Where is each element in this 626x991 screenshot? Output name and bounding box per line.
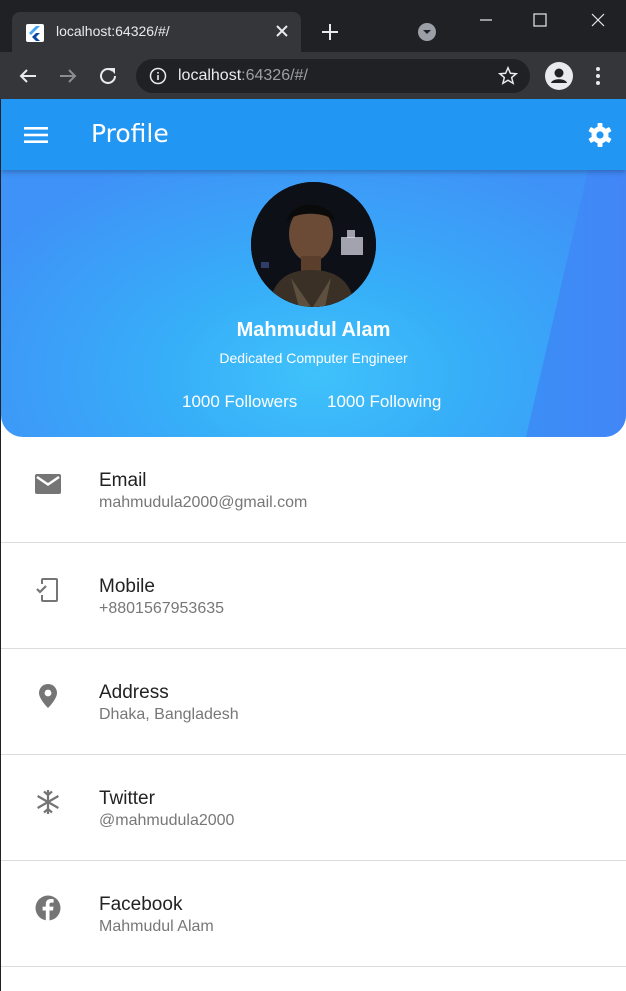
facebook-icon bbox=[35, 895, 61, 921]
profile-header: Mahmudul Alam Dedicated Computer Enginee… bbox=[1, 170, 626, 437]
followers-count[interactable]: 1000 Followers bbox=[182, 392, 297, 412]
following-count[interactable]: 1000 Following bbox=[327, 392, 441, 412]
contact-title: Address bbox=[99, 682, 169, 703]
back-arrow-icon[interactable] bbox=[16, 64, 40, 88]
account-avatar-icon[interactable] bbox=[545, 62, 573, 90]
hamburger-menu-icon[interactable] bbox=[23, 122, 49, 148]
address-bar[interactable]: localhost:64326/#/ bbox=[136, 59, 530, 93]
contact-row-twitter[interactable]: Twitter @mahmudula2000 bbox=[1, 755, 626, 861]
settings-gear-icon[interactable] bbox=[586, 121, 614, 149]
contact-row-email[interactable]: Email mahmudula2000@gmail.com bbox=[1, 437, 626, 543]
url-text: localhost:64326/#/ bbox=[178, 67, 308, 84]
bookmark-star-icon[interactable] bbox=[497, 65, 519, 87]
close-tab-icon[interactable] bbox=[271, 20, 293, 42]
email-icon bbox=[35, 474, 61, 494]
mobile-icon bbox=[36, 578, 58, 602]
contact-value: +8801567953635 bbox=[99, 600, 225, 617]
flutter-favicon-icon bbox=[26, 24, 44, 42]
window-close-icon[interactable] bbox=[584, 6, 612, 34]
contact-list: Email mahmudula2000@gmail.com Mobile +88… bbox=[1, 437, 626, 967]
contact-value: mahmudula2000@gmail.com bbox=[99, 494, 308, 511]
app-bar: Profile bbox=[1, 99, 626, 170]
app-viewport: Profile Mahmudul Alam Dedicated Computer… bbox=[1, 99, 626, 991]
minimize-icon[interactable] bbox=[472, 6, 500, 34]
contact-title: Mobile bbox=[99, 576, 155, 597]
tab-search-icon[interactable] bbox=[417, 22, 437, 42]
browser-toolbar: localhost:64326/#/ bbox=[0, 52, 626, 99]
contact-value: @mahmudula2000 bbox=[99, 812, 235, 829]
new-tab-icon[interactable] bbox=[318, 20, 342, 44]
browser-titlebar: localhost:64326/#/ bbox=[0, 0, 626, 52]
contact-title: Facebook bbox=[99, 894, 183, 915]
browser-menu-icon[interactable] bbox=[588, 64, 608, 88]
contact-value: Dhaka, Bangladesh bbox=[99, 706, 239, 723]
browser-tab[interactable]: localhost:64326/#/ bbox=[12, 12, 301, 52]
profile-avatar bbox=[251, 182, 376, 307]
contact-title: Email bbox=[99, 470, 147, 491]
contact-row-address[interactable]: Address Dhaka, Bangladesh bbox=[1, 649, 626, 755]
contact-row-mobile[interactable]: Mobile +8801567953635 bbox=[1, 543, 626, 649]
reload-icon[interactable] bbox=[96, 64, 120, 88]
header-decoration bbox=[526, 170, 626, 437]
contact-row-facebook[interactable]: Facebook Mahmudul Alam bbox=[1, 861, 626, 967]
tab-title: localhost:64326/#/ bbox=[56, 23, 170, 39]
profile-tagline: Dedicated Computer Engineer bbox=[219, 350, 408, 366]
location-icon bbox=[39, 684, 57, 708]
contact-title: Twitter bbox=[99, 788, 155, 809]
page-title: Profile bbox=[91, 119, 169, 148]
profile-name: Mahmudul Alam bbox=[236, 319, 391, 341]
maximize-icon[interactable] bbox=[526, 6, 554, 34]
snowflake-icon bbox=[37, 790, 59, 814]
forward-arrow-icon[interactable] bbox=[56, 64, 80, 88]
contact-value: Mahmudul Alam bbox=[99, 918, 214, 935]
site-info-icon[interactable] bbox=[149, 67, 167, 85]
